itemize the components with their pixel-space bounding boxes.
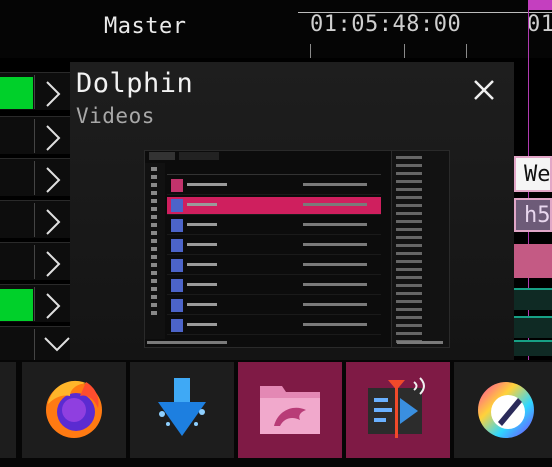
track-header[interactable] (0, 326, 70, 363)
thumbnail-file-row (167, 277, 381, 295)
track-header[interactable] (0, 116, 70, 154)
timeline-clip[interactable] (514, 316, 552, 338)
track-active-indicator[interactable] (0, 289, 33, 321)
window-preview-popup[interactable]: Dolphin Videos (70, 62, 514, 360)
thumbnail-file-row (167, 257, 381, 275)
chevron-down-icon[interactable] (34, 329, 70, 363)
kdenlive-icon[interactable] (346, 362, 450, 458)
thumbnail-places-panel (145, 163, 165, 339)
ruler-tick (466, 44, 467, 58)
track-header[interactable] (0, 72, 70, 110)
timeline-clip[interactable]: h5 (514, 198, 552, 232)
thumbnail-file-row (167, 317, 381, 335)
ruler-tick (404, 44, 405, 58)
chevron-right-icon[interactable] (34, 203, 70, 237)
window-thumbnail[interactable] (144, 150, 450, 348)
krita-icon[interactable] (454, 362, 552, 458)
thumbnail-file-row (167, 217, 381, 235)
dolphin-icon[interactable] (238, 362, 342, 458)
firefox-icon[interactable] (22, 362, 126, 458)
chevron-right-icon[interactable] (34, 75, 70, 109)
track-header[interactable] (0, 242, 70, 280)
chevron-right-icon[interactable] (34, 245, 70, 279)
thumbnail-status-bar (147, 339, 447, 345)
taskbar-item-partial[interactable] (0, 362, 16, 458)
timecode-label: 01 (527, 12, 552, 37)
thumbnail-tab (149, 152, 175, 160)
thumbnail-info-panel (391, 151, 449, 347)
ruler-tick (310, 44, 311, 58)
track-active-indicator[interactable] (0, 77, 33, 109)
clip-label: h5 (524, 203, 551, 228)
chevron-right-icon[interactable] (34, 161, 70, 195)
playhead-handle[interactable] (528, 0, 552, 10)
window-subtitle: Videos (76, 104, 155, 128)
thumbnail-file-row (167, 237, 381, 255)
thumbnail-tab (179, 152, 219, 160)
timeline-clip[interactable] (514, 244, 552, 278)
thumbnail-file-row (167, 177, 381, 195)
chevron-right-icon[interactable] (34, 287, 70, 321)
chevron-right-icon[interactable] (34, 119, 70, 153)
timeline-clip[interactable]: We (514, 156, 552, 192)
thumbnail-column-header (167, 165, 381, 175)
track-header[interactable] (0, 158, 70, 196)
thumbnail-file-row (167, 197, 381, 215)
timeline-clip[interactable] (514, 288, 552, 310)
track-header[interactable] (0, 284, 70, 322)
taskbar (0, 360, 552, 467)
timecode-label: 01:05:48:00 (310, 12, 462, 37)
thumbnail-file-row (167, 297, 381, 315)
clip-label: We (524, 162, 551, 187)
window-title: Dolphin (76, 68, 194, 99)
track-header[interactable] (0, 200, 70, 238)
downloader-icon[interactable] (130, 362, 234, 458)
timeline-header (0, 0, 552, 58)
close-icon[interactable] (468, 74, 500, 106)
track-name: Master (104, 14, 187, 39)
timeline-clip[interactable] (514, 340, 552, 356)
